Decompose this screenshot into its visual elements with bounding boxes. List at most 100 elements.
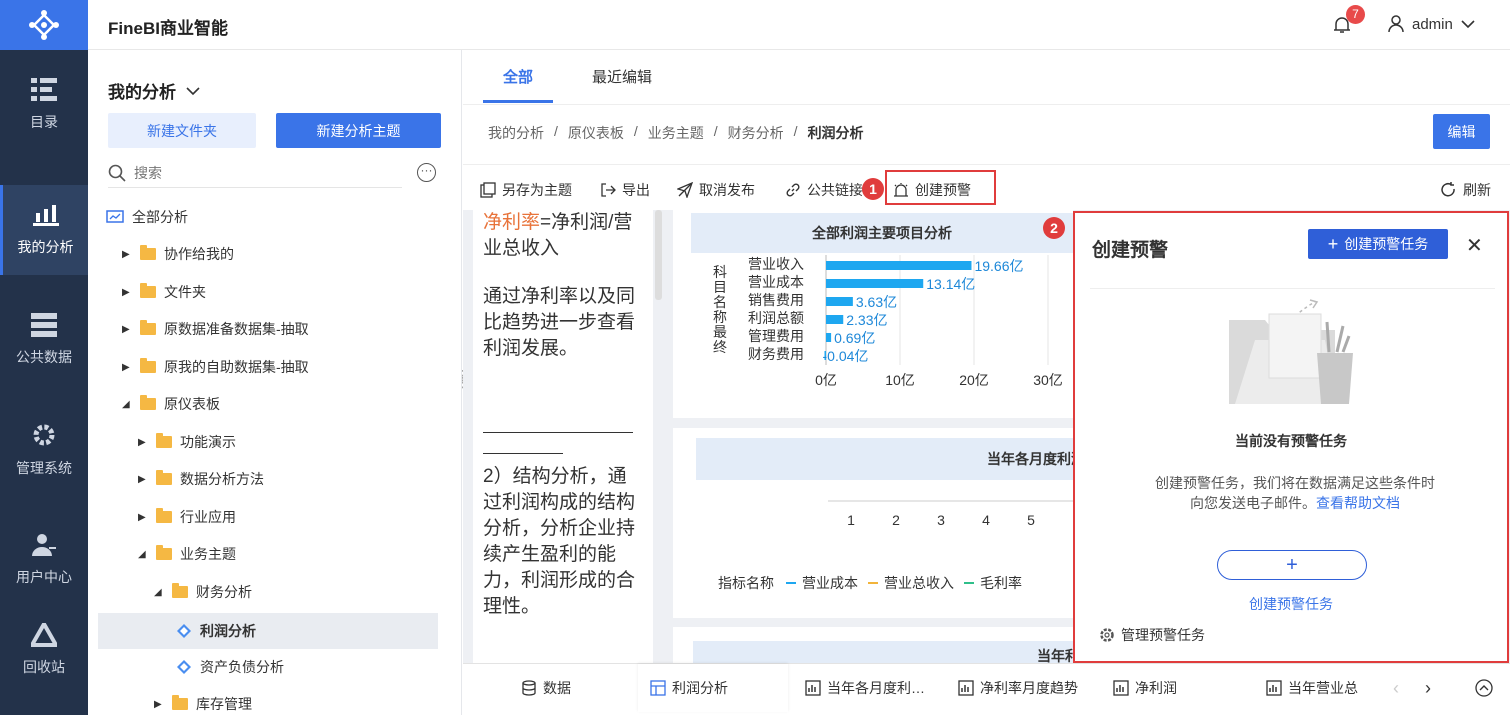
x-tick-label: 5 bbox=[1027, 512, 1035, 528]
collapse-tabs-button[interactable] bbox=[1475, 664, 1493, 712]
x-tick-label: 30亿 bbox=[1033, 372, 1063, 388]
close-icon[interactable]: ✕ bbox=[1466, 233, 1483, 258]
folder-icon bbox=[156, 470, 172, 485]
nav-my-analysis[interactable]: 我的分析 bbox=[0, 185, 88, 275]
scroll-right-icon[interactable]: › bbox=[1425, 664, 1431, 712]
tab-widget[interactable]: 当年各月度利… bbox=[805, 664, 925, 712]
add-alert-button[interactable]: + bbox=[1217, 550, 1367, 580]
text-divider bbox=[483, 453, 563, 454]
legend-item[interactable]: 营业成本 bbox=[786, 573, 858, 593]
tree-item[interactable]: ▶ 原我的自助数据集-抽取 bbox=[122, 350, 462, 384]
collapse-icon[interactable]: ◢ bbox=[154, 587, 164, 598]
expand-icon[interactable]: ▶ bbox=[122, 249, 132, 260]
tab-profit-analysis[interactable]: 利润分析 bbox=[638, 664, 788, 712]
tab-all[interactable]: 全部 bbox=[503, 66, 533, 87]
analysis-subject-icon bbox=[177, 624, 191, 638]
highlight-create-alert bbox=[885, 170, 996, 205]
save-as-label: 另存为主题 bbox=[502, 182, 572, 198]
tab-recent[interactable]: 最近编辑 bbox=[592, 66, 652, 87]
nav-label: 我的分析 bbox=[17, 239, 74, 255]
nav-public-data[interactable]: 公共数据 bbox=[0, 295, 88, 385]
export-icon bbox=[601, 183, 616, 197]
expand-icon[interactable]: ▶ bbox=[154, 699, 164, 710]
legend-swatch bbox=[786, 582, 796, 584]
legend-swatch bbox=[964, 582, 974, 584]
new-folder-button[interactable]: 新建文件夹 bbox=[108, 113, 256, 148]
refresh-button[interactable]: 刷新 bbox=[1439, 180, 1491, 200]
tab-widget[interactable]: 净利率月度趋势 bbox=[958, 664, 1078, 712]
gear-icon bbox=[33, 424, 55, 446]
breadcrumb-item[interactable]: 财务分析 bbox=[728, 123, 784, 143]
tree-item[interactable]: ▶ 功能演示 bbox=[138, 425, 478, 459]
edit-button[interactable]: 编辑 bbox=[1433, 114, 1490, 149]
tree-item[interactable]: ◢ 财务分析 bbox=[154, 575, 494, 609]
collapse-icon[interactable]: ◢ bbox=[138, 549, 148, 560]
nav-user-center[interactable]: 用户中心 bbox=[0, 515, 88, 605]
chevron-down-icon bbox=[1461, 20, 1475, 29]
export-button[interactable]: 导出 bbox=[600, 180, 650, 200]
breadcrumb-item[interactable]: 我的分析 bbox=[488, 123, 544, 143]
manage-alerts-label: 管理预警任务 bbox=[1121, 627, 1205, 643]
legend-item[interactable]: 营业总收入 bbox=[868, 573, 954, 593]
expand-icon[interactable]: ▶ bbox=[138, 474, 148, 485]
text-widget-scrollbar[interactable] bbox=[655, 210, 662, 300]
chart-title-text: 当年各月度利润 bbox=[987, 451, 1073, 467]
manage-alerts-button[interactable]: 管理预警任务 bbox=[1099, 625, 1205, 645]
data-label: 13.14亿 bbox=[926, 276, 975, 292]
tree-item[interactable]: ▶ 数据分析方法 bbox=[138, 462, 478, 496]
expand-icon[interactable]: ▶ bbox=[122, 287, 132, 298]
more-options-icon[interactable]: ··· bbox=[417, 163, 436, 182]
tree-item[interactable]: ▶ 行业应用 bbox=[138, 500, 478, 534]
data-label: 0.69亿 bbox=[834, 330, 875, 346]
tree-item-label: 数据分析方法 bbox=[180, 471, 264, 487]
main-nav: 目录 我的分析 公共数据 管理系统 用户中心 回收站 bbox=[0, 50, 88, 715]
save-as-button[interactable]: 另存为主题 bbox=[480, 180, 572, 200]
data-label: 2.33亿 bbox=[846, 312, 887, 328]
add-alert-label[interactable]: 创建预警任务 bbox=[1075, 594, 1507, 614]
tree-item[interactable]: ◢ 原仪表板 bbox=[122, 387, 462, 421]
app-logo[interactable] bbox=[0, 0, 88, 50]
new-subject-button[interactable]: 新建分析主题 bbox=[276, 113, 441, 148]
refresh-label: 刷新 bbox=[1463, 182, 1491, 198]
legend-item[interactable]: 毛利率 bbox=[964, 573, 1022, 593]
collapse-icon[interactable]: ◢ bbox=[122, 399, 132, 410]
chart-widget-profit-items[interactable]: 全部利润主要项目分析 科目名称最终 0亿 10亿 20亿 30亿 营业收入 19.66亿营… bbox=[673, 210, 1073, 418]
unpublish-button[interactable]: 取消发布 bbox=[677, 180, 755, 200]
tab-data[interactable]: 数据 bbox=[521, 664, 571, 712]
tree-item[interactable]: 全部分析 bbox=[106, 200, 446, 234]
tree-item-label: 行业应用 bbox=[180, 509, 236, 525]
y-tick-label: 利润总额 bbox=[748, 310, 804, 326]
chart-title-text: 当年利润 bbox=[1037, 648, 1073, 663]
breadcrumb-item[interactable]: 业务主题 bbox=[648, 123, 704, 143]
tree-item[interactable]: ▶ 原数据准备数据集-抽取 bbox=[122, 312, 462, 346]
tab-widget[interactable]: 当年营业总 bbox=[1266, 664, 1366, 712]
user-menu[interactable]: admin bbox=[1388, 15, 1475, 33]
tree-item[interactable]: ▶ 文件夹 bbox=[122, 275, 462, 309]
expand-icon[interactable]: ▶ bbox=[122, 362, 132, 373]
breadcrumb-item[interactable]: 原仪表板 bbox=[568, 123, 624, 143]
expand-icon[interactable]: ▶ bbox=[138, 437, 148, 448]
nav-management[interactable]: 管理系统 bbox=[0, 405, 88, 495]
tab-widget[interactable]: 净利润 bbox=[1113, 664, 1177, 712]
sidebar-title[interactable]: 我的分析 bbox=[108, 78, 200, 103]
search-input[interactable] bbox=[134, 164, 374, 181]
help-doc-link[interactable]: 查看帮助文档 bbox=[1316, 495, 1400, 511]
x-tick-label: 10亿 bbox=[885, 372, 915, 388]
create-alert-task-button[interactable]: + 创建预警任务 bbox=[1308, 229, 1448, 259]
bar bbox=[826, 315, 844, 324]
scroll-left-icon[interactable]: ‹ bbox=[1393, 664, 1399, 712]
nav-label: 用户中心 bbox=[16, 569, 72, 585]
chart-widget-monthly-profit[interactable]: 当年各月度利润 1 2 3 4 5 指标名称 营业成本 营业总收入 毛利率 bbox=[673, 428, 1073, 618]
tree-item[interactable]: ◢ 业务主题 bbox=[138, 537, 478, 571]
nav-catalog[interactable]: 目录 bbox=[0, 60, 88, 150]
tree-item[interactable]: ▶ 协作给我的 bbox=[122, 237, 462, 271]
expand-icon[interactable]: ▶ bbox=[138, 512, 148, 523]
tree-item-selected[interactable]: 利润分析 bbox=[98, 613, 438, 649]
nav-recycle[interactable]: 回收站 bbox=[0, 605, 88, 695]
public-link-button[interactable]: 公共链接 bbox=[785, 180, 865, 200]
expand-icon[interactable]: ▶ bbox=[122, 324, 132, 335]
breadcrumb-separator: / bbox=[793, 123, 798, 139]
chart-widget-annual-profit[interactable]: 当年利润 bbox=[673, 627, 1073, 663]
tree-item[interactable]: ▶ 库存管理 bbox=[154, 687, 494, 721]
dashboard-icon bbox=[650, 680, 666, 696]
